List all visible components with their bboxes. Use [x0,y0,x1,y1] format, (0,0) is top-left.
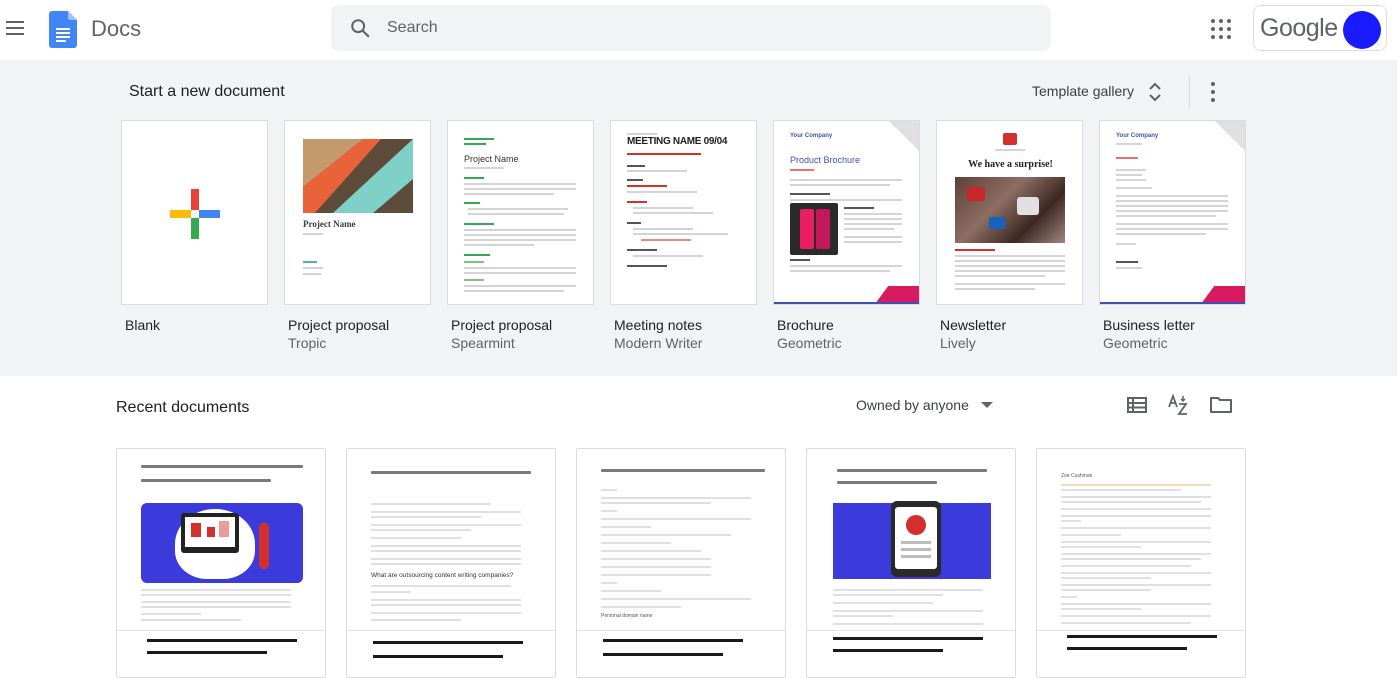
doc-card-footer [347,630,555,677]
caret-down-icon [980,402,993,408]
recent-doc-card[interactable]: Personal domain name [576,448,786,678]
main-menu-button[interactable] [0,10,30,48]
doc-card-footer [1037,630,1245,677]
owner-filter-label: Owned by anyone [856,397,969,413]
avatar[interactable] [1343,11,1381,49]
template-title: Business letter [1103,317,1195,333]
template-project-proposal-tropic[interactable]: Project Name Project proposal Tropic [284,120,431,351]
doc-snippet: Personal domain name [601,613,653,619]
plus-icon [170,189,220,239]
template-newsletter[interactable]: We have a surprise! Newsletter Lively [936,120,1083,351]
thumb-title: MEETING NAME 09/04 [627,136,728,147]
template-blank[interactable]: Blank [121,120,268,333]
template-subtitle: Modern Writer [614,335,703,351]
template-thumbnail: Your Company [1099,120,1246,305]
app-title[interactable]: Docs [91,16,141,42]
more-vert-icon[interactable] [1199,75,1227,109]
thumb-title: Product Brochure [790,155,861,165]
menu-icon-line [6,33,24,35]
doc-card-footer [117,630,325,677]
sort-az-icon[interactable] [1166,393,1190,417]
menu-icon [6,21,24,23]
doc-card-footer [577,630,785,677]
apps-icon[interactable] [1210,18,1232,40]
thumb-company: Your Company [790,133,833,139]
thumb-title: We have a surprise! [968,159,1053,170]
search-icon[interactable] [349,17,371,39]
template-title: Newsletter [940,317,1007,333]
template-subtitle: Geometric [1103,335,1168,351]
template-section-heading: Start a new document [129,83,285,100]
doc-illustration [833,501,991,579]
template-title: Brochure [777,317,834,333]
template-subtitle: Lively [940,335,976,351]
template-title: Blank [125,317,161,333]
template-thumbnail: Your Company Product Brochure [773,120,920,305]
doc-illustration [141,503,303,583]
thumb-title: Project Name [464,154,519,164]
owner-filter-dropdown[interactable]: Owned by anyone [850,392,999,420]
unfold-icon [1149,82,1161,102]
list-view-icon[interactable] [1125,393,1149,417]
google-wordmark: Google [1260,14,1338,42]
search-input[interactable] [387,15,987,41]
template-gallery-button[interactable]: Template gallery [1024,74,1168,110]
recent-documents-heading: Recent documents [116,399,250,416]
template-subtitle: Spearmint [451,335,515,351]
toolbar-divider [1189,76,1190,108]
phone-image [790,203,838,255]
template-meeting-notes[interactable]: MEETING NAME 09/04 Meeting notes Modern … [610,120,757,351]
recent-doc-card[interactable] [806,448,1016,678]
template-thumbnail: Project Name [284,120,431,305]
account-button[interactable]: Google [1253,5,1387,51]
template-thumbnail: We have a surprise! [936,120,1083,305]
recent-doc-card[interactable] [116,448,326,678]
search-bar[interactable] [331,5,1051,51]
thumb-title: Your Company [1116,133,1159,139]
template-thumbnail [121,120,268,305]
template-brochure[interactable]: Your Company Product Brochure Brochure G… [773,120,920,351]
recent-doc-card[interactable]: What are outsourcing content writing com… [346,448,556,678]
template-thumbnail: Project Name [447,120,594,305]
docs-logo-icon[interactable] [49,11,77,48]
template-title: Project proposal [288,317,390,333]
newsletter-photo [955,177,1065,243]
template-project-proposal-spearmint[interactable]: Project Name Project proposal Spearmint [447,120,594,351]
doc-snippet-heading: What are outsourcing content writing com… [371,572,514,579]
menu-icon-line [6,27,24,29]
template-gallery-label: Template gallery [1032,83,1134,99]
thumb-title: Project Name [303,219,356,229]
recent-doc-card[interactable]: Zoe Cushman [1036,448,1246,678]
template-business-letter[interactable]: Your Company Business letter Geometric [1099,120,1246,351]
doc-snippet-heading: Zoe Cushman [1061,473,1093,479]
heart-logo-icon [1003,133,1017,145]
template-thumbnail: MEETING NAME 09/04 [610,120,757,305]
tropic-graphic [303,139,413,213]
top-bar: Docs Google [0,0,1397,60]
template-subtitle: Tropic [288,335,327,351]
doc-card-footer [807,630,1015,677]
folder-icon[interactable] [1209,393,1233,417]
template-title: Project proposal [451,317,553,333]
template-subtitle: Geometric [777,335,842,351]
template-section: Start a new document Template gallery Bl… [0,60,1397,376]
template-title: Meeting notes [614,317,702,333]
